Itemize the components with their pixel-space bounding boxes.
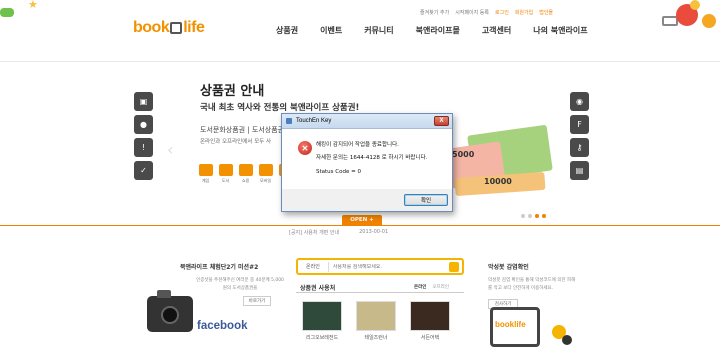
hero-divider bbox=[0, 225, 720, 226]
util-link-join[interactable]: 회원가입 bbox=[515, 9, 533, 16]
phone-image: booklife bbox=[490, 307, 540, 347]
dialog-titlebar[interactable]: TouchEn Key bbox=[282, 114, 452, 129]
game-thumbnail bbox=[356, 301, 396, 331]
category-game[interactable]: 게임 bbox=[198, 164, 213, 184]
logo[interactable]: book life bbox=[133, 19, 205, 37]
usage-divider bbox=[296, 292, 464, 293]
util-link-bookmark[interactable]: 즐겨찾기 추가 bbox=[420, 9, 449, 16]
utility-links: 즐겨찾기 추가 시작페이지 등록 로그인 회원가입 법인몰 bbox=[420, 9, 553, 16]
nav-item-giftcard[interactable]: 상품권 bbox=[265, 25, 309, 36]
category-mobile[interactable]: 모바일 bbox=[258, 164, 273, 184]
gamepad-icon bbox=[0, 8, 14, 17]
slide-dot-active[interactable] bbox=[542, 214, 546, 218]
key-icon[interactable]: ⚷ bbox=[570, 138, 589, 157]
main-nav: 상품권 이벤트 커뮤니티 북앤라이프몰 고객센터 나의 북앤라이프 bbox=[265, 25, 599, 36]
dialog-message: 자세한 문의는 1644-4128 로 하시기 바랍니다. bbox=[316, 155, 428, 161]
search-bar: 온라인 bbox=[296, 258, 464, 275]
logo-text-life: life bbox=[183, 19, 205, 36]
decoration-ball-icon bbox=[702, 14, 716, 28]
slide-dot[interactable] bbox=[528, 214, 532, 218]
mission-go-button[interactable]: 바로가기 bbox=[243, 296, 271, 306]
usage-list: 리그오브레전드 테일즈런너 서든어택 bbox=[300, 301, 452, 341]
malware-check-panel: 악성봇 감염확인 악성봇 감염 확인을 통해 악성코드에 의한 피해를 막고 보… bbox=[486, 232, 576, 347]
giftcard-value: 10000 bbox=[484, 177, 512, 186]
nav-item-mypage[interactable]: 나의 북앤라이프 bbox=[522, 25, 598, 36]
malware-description: 악성봇 감염 확인을 통해 악성코드에 의한 피해를 막고 보다 안전하게 이용… bbox=[488, 278, 576, 291]
coin-icon[interactable]: ◉ bbox=[570, 92, 589, 111]
dialog-body: ✕ 해킹이 감지되어 작업을 종료합니다. 자세한 문의는 1644-4128 … bbox=[282, 129, 452, 189]
game-icon bbox=[198, 164, 213, 176]
tab-online[interactable]: 온라인 bbox=[414, 284, 426, 290]
game-thumbnail bbox=[410, 301, 450, 331]
category-shopping[interactable]: 쇼핑 bbox=[238, 164, 253, 184]
mission-title: 북앤라이프 체험단2기 미션#2 bbox=[180, 264, 259, 271]
dialog-title: TouchEn Key bbox=[296, 118, 332, 124]
free-icon[interactable]: F bbox=[570, 115, 589, 134]
shopping-icon bbox=[238, 164, 253, 176]
usage-tabs: 온라인 오프라인 bbox=[414, 284, 449, 290]
nav-item-mall[interactable]: 북앤라이프몰 bbox=[405, 25, 471, 36]
left-quick-menu: ▣ ● ! ✓ bbox=[134, 92, 153, 180]
giftcard-value: 5000 bbox=[452, 150, 475, 159]
util-link-corporate[interactable]: 법인몰 bbox=[539, 9, 553, 16]
slide-dot[interactable] bbox=[521, 214, 525, 218]
category-icons: 게임 도서 쇼핑 모바일 영화 bbox=[198, 164, 293, 184]
nav-item-community[interactable]: 커뮤니티 bbox=[353, 25, 404, 36]
mobile-icon bbox=[258, 164, 273, 176]
mission-description: 인증샷을 추천해주신 여러분 중 40분께 5,000원의 도서상품권을 bbox=[196, 278, 284, 291]
search-icon[interactable] bbox=[449, 261, 459, 272]
star-icon: ★ bbox=[28, 0, 38, 11]
check-icon[interactable]: ✓ bbox=[134, 161, 153, 180]
decoration-dot-icon bbox=[562, 335, 572, 345]
usage-item[interactable]: 테일즈런너 bbox=[354, 301, 398, 341]
logo-text-book: book bbox=[133, 19, 170, 36]
slide-dot-active[interactable] bbox=[535, 214, 539, 218]
camera-icon bbox=[147, 290, 193, 332]
error-icon: ✕ bbox=[298, 141, 312, 155]
game-thumbnail bbox=[302, 301, 342, 331]
ok-button[interactable]: 확인 bbox=[404, 194, 448, 206]
usage-item[interactable]: 서든어택 bbox=[408, 301, 452, 341]
header: ★ book life 즐겨찾기 추가 시작페이지 등록 로그인 회원가입 법인… bbox=[0, 0, 720, 62]
util-link-login[interactable]: 로그인 bbox=[495, 9, 509, 16]
util-link-startpage[interactable]: 시작페이지 등록 bbox=[455, 9, 489, 16]
prev-slide-icon[interactable]: ‹ bbox=[167, 140, 173, 159]
hero-description: 도서문화상품권 | 도서상품권 bbox=[200, 126, 285, 134]
nav-divider bbox=[0, 61, 720, 62]
wallet-icon[interactable]: ▣ bbox=[134, 92, 153, 111]
search-type-select[interactable]: 온라인 bbox=[298, 261, 329, 272]
nav-item-event[interactable]: 이벤트 bbox=[309, 25, 353, 36]
decoration-dot-icon bbox=[690, 0, 700, 10]
slide-indicator bbox=[521, 214, 546, 218]
giftcard-search-panel: 온라인 상품권 사용처 온라인 오프라인 리그오브레전드 테일즈런너 서든어택 bbox=[296, 232, 464, 347]
malware-title: 악성봇 감염확인 bbox=[488, 264, 529, 271]
facebook-logo[interactable]: facebook bbox=[197, 320, 248, 332]
right-quick-menu: ◉ F ⚷ ▤ bbox=[570, 92, 589, 180]
category-book[interactable]: 도서 bbox=[218, 164, 233, 184]
dialog-status-code: Status Code = 0 bbox=[316, 169, 361, 175]
tab-offline[interactable]: 오프라인 bbox=[432, 284, 449, 290]
location-pin-icon[interactable]: ● bbox=[134, 115, 153, 134]
touchen-key-dialog: TouchEn Key X ✕ 해킹이 감지되어 작업을 종료합니다. 자세한 … bbox=[281, 113, 453, 212]
close-button[interactable]: X bbox=[434, 116, 449, 126]
search-input[interactable] bbox=[328, 263, 449, 270]
open-toggle-button[interactable]: OPEN + bbox=[342, 215, 382, 225]
hero-subtitle: 국내 최초 역사와 전통의 북앤라이프 상품권! bbox=[200, 103, 360, 113]
alert-icon[interactable]: ! bbox=[134, 138, 153, 157]
usage-item[interactable]: 리그오브레전드 bbox=[300, 301, 344, 341]
book-icon bbox=[218, 164, 233, 176]
card-icon[interactable]: ▤ bbox=[570, 161, 589, 180]
hero-description-2: 온라인과 오프라인에서 모두 사 bbox=[200, 139, 272, 145]
dialog-message: 해킹이 감지되어 작업을 종료합니다. bbox=[316, 142, 399, 148]
app-icon bbox=[286, 118, 292, 124]
logo-mark-icon bbox=[170, 22, 183, 34]
nav-item-support[interactable]: 고객센터 bbox=[471, 25, 522, 36]
usage-title: 상품권 사용처 bbox=[300, 285, 336, 292]
mission-panel: 북앤라이프 체험단2기 미션#2 인증샷을 추천해주신 여러분 중 40분께 5… bbox=[147, 232, 285, 347]
hero-title: 상품권 안내 bbox=[200, 84, 265, 99]
